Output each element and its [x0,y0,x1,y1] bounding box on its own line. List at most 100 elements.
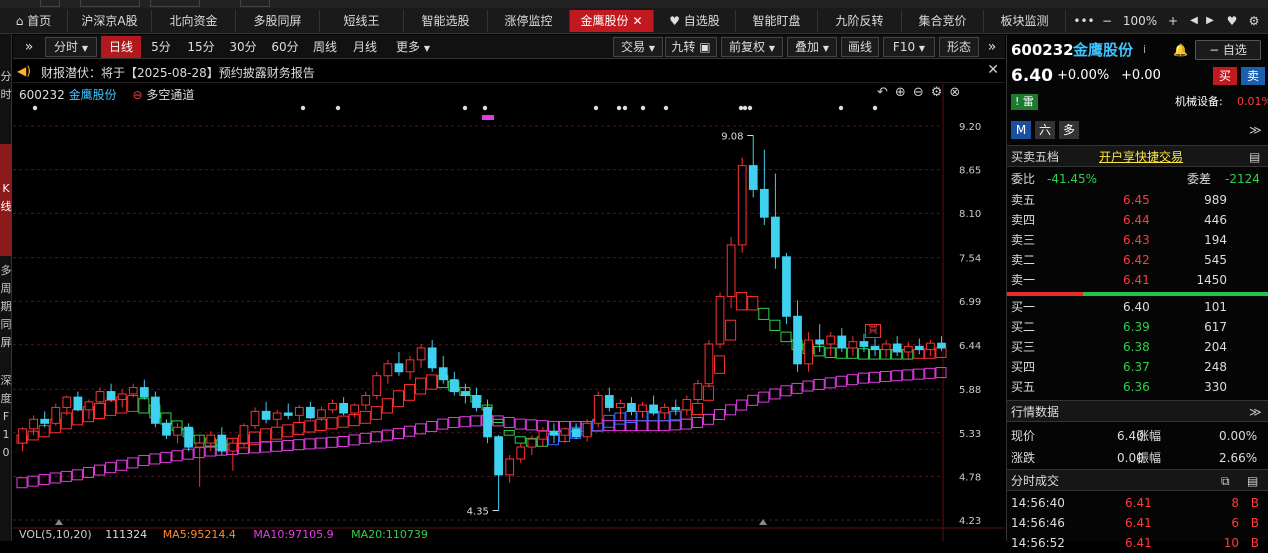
period-daily[interactable]: 日线 [101,36,141,58]
tab-sector-monitor[interactable]: 板块监测 [984,10,1066,32]
period-60min[interactable]: 60分 [267,36,303,58]
mode-multi-button[interactable]: 多 [1059,121,1079,139]
candle-body [184,426,193,448]
watchlist-remove-button[interactable]: − 自选 [1195,40,1261,60]
candle-body [151,396,160,424]
mode-m-button[interactable]: M [1011,121,1031,139]
tab-jinying[interactable]: 金鹰股份 ✕ [570,10,654,32]
overlay-dropdown[interactable]: 叠加 ▼ [787,37,837,57]
tab-auction[interactable]: 集合竞价 [902,10,984,32]
left-side-strip: 分时 K线 多周期同屏 深度F10 [0,34,12,541]
settings-icon[interactable]: ⚙ [1244,10,1264,32]
quote-collapse-icon[interactable]: ≫ [1249,401,1262,423]
candle-body [616,402,625,408]
indicator-toggle-icon[interactable]: ⊖ [132,88,142,102]
long-ma-segment [758,391,770,403]
popout-icon[interactable]: ⧉ [1221,470,1230,492]
close-notice-icon[interactable]: ✕ [987,62,999,78]
bid-row[interactable]: 买一 6.40 101 [1007,297,1268,317]
open-account-link[interactable]: 开户享快捷交易 [1099,146,1183,168]
ask-row[interactable]: 卖四 6.44 446 [1007,210,1268,230]
trade-side: B [1250,536,1259,550]
trade-price: 6.41 [1125,536,1152,550]
chart-settings-icon[interactable]: ⚙ [931,85,950,100]
zoom-plus-icon[interactable]: ⊕ [895,85,913,100]
trade-row[interactable]: 14:56:40 6.41 8 B [1007,493,1268,513]
zoom-minus-icon[interactable]: ⊖ [913,85,931,100]
tab-nine-reversal[interactable]: 九阶反转 [818,10,902,32]
period-15min[interactable]: 15分 [183,36,219,58]
info-icon[interactable]: i [1143,37,1146,63]
tab-home[interactable]: ⌂ 首页 [0,10,68,32]
long-ma-segment [271,440,283,452]
buy-button[interactable]: 买 [1213,67,1237,85]
favorite-heart-icon[interactable]: ♥ [1222,10,1242,32]
tab-watchlist[interactable]: ♥ 自选股 [654,10,736,32]
period-5min[interactable]: 5分 [145,36,177,58]
bid-volume: 330 [1204,380,1227,394]
ask-row[interactable]: 卖二 6.42 545 [1007,250,1268,270]
buy-signal-badge[interactable]: 買 [865,324,881,338]
grid-menu-icon[interactable]: ▤ [1249,146,1260,168]
notice-text[interactable]: 将于【2025-08-28】预约披露财务报告 [101,66,315,80]
trades-menu-icon[interactable]: ▤ [1247,470,1258,492]
side-tab-kline[interactable]: K线 [0,144,12,256]
chevron-down-icon[interactable]: ≫ [1249,119,1262,141]
volume-legend: VOL(5,10,20) 111324 MA5:95214.4 MA10:971… [19,528,428,541]
period-intraday[interactable]: 分时 ▼ [45,37,97,57]
period-monthly[interactable]: 月线 [349,36,381,58]
tab-limit-up[interactable]: 涨停监控 [488,10,570,32]
f10-dropdown[interactable]: F10 ▼ [883,37,935,57]
high-price-label: 9.08 [721,132,743,143]
period-weekly[interactable]: 周线 [309,36,341,58]
collapse-panel-icon[interactable]: » [981,36,1003,58]
chart-close-icon[interactable]: ⊗ [949,85,967,100]
bid-volume: 101 [1204,300,1227,314]
ask-row[interactable]: 卖五 6.45 989 [1007,190,1268,210]
prev-icon[interactable]: ◀ [1186,10,1202,32]
more-tabs-icon[interactable]: ••• [1070,10,1098,32]
alert-bell-icon[interactable]: 🔔 [1173,37,1188,63]
tab-northbound[interactable]: 北向资金 [152,10,236,32]
expand-icon[interactable]: » [17,36,41,58]
tab-hushen-a[interactable]: 沪深京A股 [68,10,152,32]
indicator-name[interactable]: 多空通道 [146,88,194,102]
channel-segment [415,377,427,395]
nine-turn-button[interactable]: 九转 ▣ [665,37,717,57]
side-tab-intraday[interactable]: 分时 [0,68,12,104]
tab-short-term[interactable]: 短线王 [320,10,404,32]
pattern-button[interactable]: 形态 [939,37,979,57]
long-ma-segment [835,375,847,387]
side-tab-depth-f10[interactable]: 深度F10 [0,372,12,462]
candle-body [405,359,415,373]
zoom-out-icon[interactable]: − [1098,10,1116,32]
tab-smart-pick[interactable]: 智能选股 [404,10,488,32]
bid-row[interactable]: 买四 6.37 248 [1007,357,1268,377]
zoom-in-icon[interactable]: + [1164,10,1182,32]
draw-line-button[interactable]: 画线 [841,37,879,57]
trade-row[interactable]: 14:56:52 6.41 10 B [1007,533,1268,553]
kline-chart[interactable]: 9.20 8.65 8.10 7.54 6.99 6.44 5.88 5.33 4.78 4.23… [13,84,1005,541]
bid-row[interactable]: 买三 6.38 204 [1007,337,1268,357]
ask-row[interactable]: 卖一 6.41 1450 [1007,270,1268,290]
period-30min[interactable]: 30分 [225,36,261,58]
trade-row[interactable]: 14:56:46 6.41 6 B [1007,513,1268,533]
mode-six-button[interactable]: 六 [1035,121,1055,139]
ask-row[interactable]: 卖三 6.43 194 [1007,230,1268,250]
period-more[interactable]: 更多 ▼ [391,36,435,58]
adjust-dropdown[interactable]: 前复权 ▼ [721,37,783,57]
tab-smart-watch[interactable]: 智能盯盘 [736,10,818,32]
bid-row[interactable]: 买五 6.36 330 [1007,377,1268,397]
tab-multi-stock[interactable]: 多股同屏 [236,10,320,32]
long-ma-segment [880,371,892,383]
sell-button[interactable]: 卖 [1241,67,1265,85]
next-icon[interactable]: ▶ [1202,10,1218,32]
bid-price: 6.40 [1123,300,1150,314]
side-tab-multi-period[interactable]: 多周期同屏 [0,262,12,352]
long-ma-segment [614,420,626,432]
bid-row[interactable]: 买二 6.39 617 [1007,317,1268,337]
close-icon[interactable]: ✕ [632,14,642,28]
risk-tag[interactable]: ! 雷 [1011,94,1038,110]
reset-icon[interactable]: ↶ [877,85,895,100]
trade-dropdown[interactable]: 交易 ▼ [613,37,663,57]
